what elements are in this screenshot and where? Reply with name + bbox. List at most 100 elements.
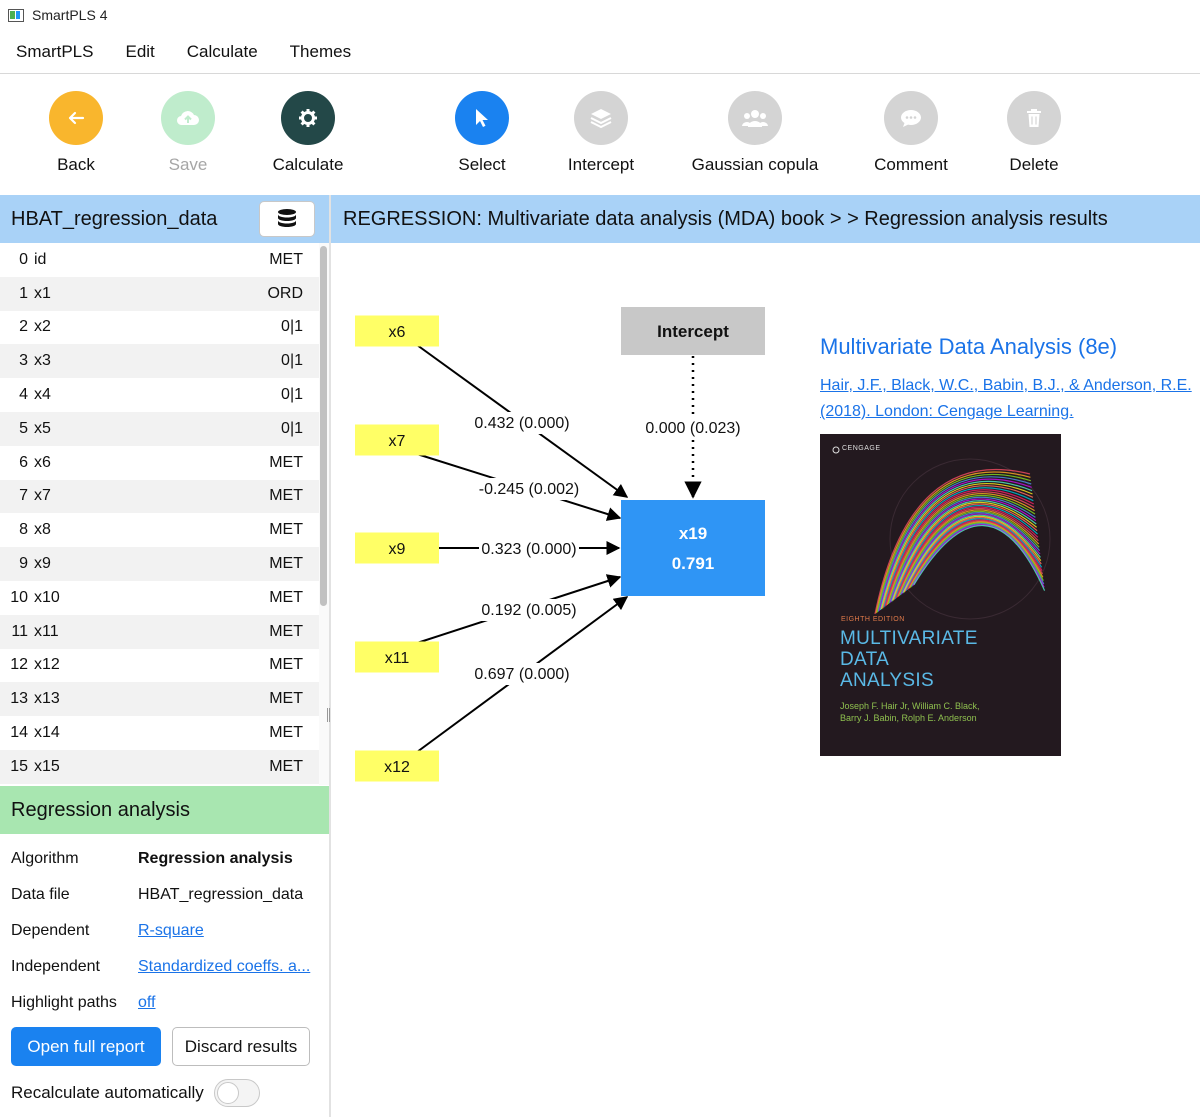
predictor-label: x12 [384, 759, 410, 776]
variable-type: MET [269, 588, 303, 606]
predictor-label: x11 [385, 650, 410, 667]
algorithm-row: Algorithm Regression analysis [11, 841, 321, 877]
variable-row[interactable]: 0 id MET [0, 243, 319, 277]
book-citation-link[interactable]: Hair, J.F., Black, W.C., Babin, B.J., & … [820, 373, 1195, 425]
predictor-node[interactable]: x12 [355, 750, 439, 782]
smartpls-app-icon [8, 8, 24, 22]
gaussian-copula-label: Gaussian copula [691, 155, 819, 174]
open-full-report-button[interactable]: Open full report [11, 1027, 161, 1066]
highlight-paths-row: Highlight paths off [11, 985, 321, 1021]
recalculate-label: Recalculate automatically [11, 1083, 204, 1102]
recalculate-row: Recalculate automatically [11, 1078, 260, 1108]
recalculate-toggle[interactable] [213, 1079, 260, 1107]
variable-type: MET [269, 724, 303, 742]
variable-index: 14 [10, 724, 28, 742]
splitter-grip[interactable] [327, 708, 330, 722]
variable-row[interactable]: 1 x1 ORD [0, 276, 319, 311]
variable-name: x1 [34, 284, 51, 302]
data-file-key: Data file [11, 886, 70, 903]
calculate-label: Calculate [272, 155, 344, 174]
variable-name: x14 [34, 724, 60, 742]
discard-results-button[interactable]: Discard results [172, 1027, 310, 1066]
variable-index: 13 [10, 690, 28, 708]
variable-type: MET [269, 622, 303, 640]
intercept-node[interactable]: Intercept [621, 307, 765, 355]
path-coefficient-label: -0.245 (0.002) [479, 481, 580, 498]
variable-row[interactable]: 11 x11 MET [0, 614, 319, 649]
delete-button[interactable]: Delete [964, 91, 1104, 175]
variable-type: MET [269, 487, 303, 505]
variable-name: x15 [34, 757, 60, 775]
variable-index: 11 [11, 622, 28, 640]
variable-name: x2 [34, 318, 51, 336]
comment-button[interactable]: Comment [841, 91, 981, 175]
cloud-upload-icon [161, 91, 215, 145]
cover-title-line: MULTIVARIATE [840, 628, 978, 649]
variable-type: 0|1 [281, 419, 303, 437]
window-title: SmartPLS 4 [32, 7, 108, 23]
speech-bubble-icon [884, 91, 938, 145]
variable-type: 0|1 [281, 352, 303, 370]
cover-title-line: ANALYSIS [840, 670, 934, 691]
book-title-link[interactable]: Multivariate Data Analysis (8e) [820, 334, 1117, 360]
data-file-value: HBAT_regression_data [138, 886, 304, 903]
highlight-paths-key: Highlight paths [11, 994, 117, 1011]
variable-row[interactable]: 12 x12 MET [0, 649, 319, 683]
menu-calculate[interactable]: Calculate [171, 42, 274, 62]
database-button[interactable] [259, 201, 315, 237]
variable-type: ORD [267, 284, 303, 302]
variable-type: 0|1 [281, 386, 303, 404]
select-label: Select [458, 155, 506, 174]
variable-row[interactable]: 15 x15 MET [0, 749, 319, 784]
variable-index: 6 [19, 453, 28, 471]
predictor-node[interactable]: x9 [355, 532, 439, 564]
variable-row[interactable]: 7 x7 MET [0, 479, 319, 514]
variable-row[interactable]: 5 x5 0|1 [0, 411, 319, 446]
cursor-icon [455, 91, 509, 145]
variable-name: x4 [34, 386, 51, 404]
back-label: Back [57, 155, 95, 174]
title-bar: SmartPLS 4 [0, 0, 1200, 30]
variable-row[interactable]: 6 x6 MET [0, 446, 319, 480]
variable-name: x12 [34, 656, 60, 674]
menu-themes[interactable]: Themes [274, 42, 367, 62]
variable-type: MET [269, 453, 303, 471]
path-coefficient-label: 0.697 (0.000) [474, 666, 569, 683]
variable-row[interactable]: 4 x4 0|1 [0, 378, 319, 412]
algorithm-key: Algorithm [11, 850, 79, 867]
comment-label: Comment [874, 155, 948, 174]
cover-edition: EIGHTH EDITION [841, 616, 905, 623]
variable-row[interactable]: 10 x10 MET [0, 581, 319, 615]
variable-row[interactable]: 3 x3 0|1 [0, 344, 319, 379]
save-button[interactable]: Save [118, 91, 258, 175]
independent-link[interactable]: Standardized coeffs. a... [138, 958, 310, 976]
menu-edit[interactable]: Edit [109, 42, 170, 62]
path-coefficient-label: 0.432 (0.000) [474, 415, 569, 432]
database-icon [278, 209, 296, 227]
variable-row[interactable]: 14 x14 MET [0, 716, 319, 750]
predictor-node[interactable]: x6 [355, 315, 439, 347]
intercept-button[interactable]: Intercept [531, 91, 671, 175]
variable-name: id [34, 250, 47, 268]
predictor-node[interactable]: x7 [355, 424, 439, 456]
independent-key: Independent [11, 958, 100, 975]
menu-smartpls[interactable]: SmartPLS [0, 42, 109, 62]
variable-row[interactable]: 9 x9 MET [0, 547, 319, 581]
highlight-paths-link[interactable]: off [138, 994, 156, 1012]
target-r-square: 0.791 [672, 554, 715, 573]
calculate-button[interactable]: Calculate [238, 91, 378, 175]
predictor-node[interactable]: x11 [355, 641, 439, 673]
target-name: x19 [679, 524, 707, 543]
variable-row[interactable]: 8 x8 MET [0, 513, 319, 547]
variable-index: 9 [19, 555, 28, 573]
variable-row[interactable]: 13 x13 MET [0, 682, 319, 717]
scrollbar-thumb[interactable] [320, 246, 327, 606]
dependent-link[interactable]: R-square [138, 922, 204, 940]
target-node[interactable]: x19 0.791 [621, 500, 765, 596]
data-file-row: Data file HBAT_regression_data [11, 877, 321, 913]
variable-name: x10 [34, 588, 60, 606]
variable-name: x6 [34, 453, 51, 471]
variable-row[interactable]: 2 x2 0|1 [0, 311, 319, 345]
gaussian-copula-button[interactable]: Gaussian copula [685, 91, 825, 175]
predictor-label: x7 [389, 433, 406, 450]
